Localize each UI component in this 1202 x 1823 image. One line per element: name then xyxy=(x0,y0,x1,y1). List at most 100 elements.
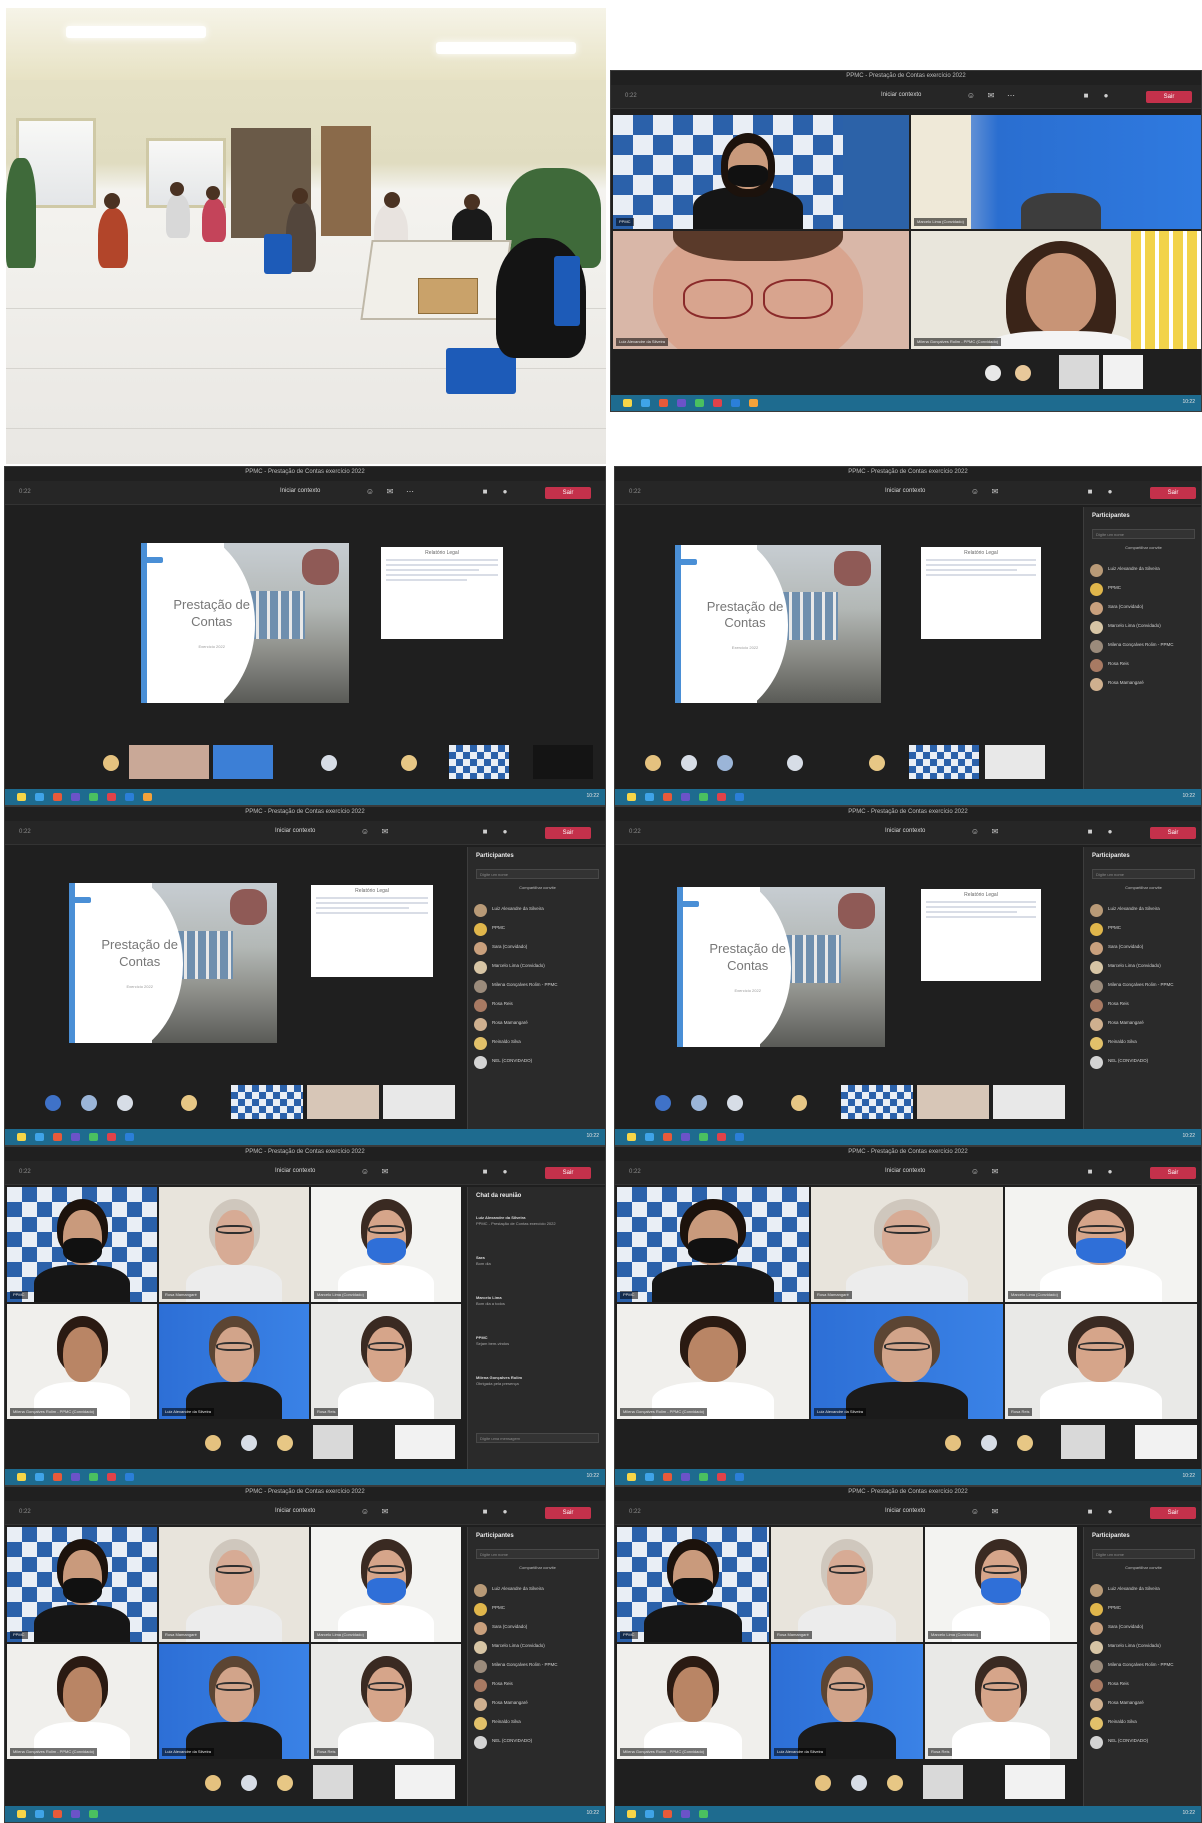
word-icon[interactable] xyxy=(125,793,134,801)
participant-avatar[interactable] xyxy=(205,1775,221,1791)
share-invite-button[interactable]: Compartilhar convite xyxy=(1092,1565,1195,1570)
leave-button[interactable]: Sair xyxy=(545,1167,591,1179)
teams-icon[interactable] xyxy=(71,1133,80,1141)
participant-avatar[interactable] xyxy=(205,1435,221,1451)
presentation-slide[interactable]: Prestação de Contas Exercício 2022 xyxy=(677,887,885,1047)
presentation-slide[interactable]: Prestação de Contas Exercício 2022 xyxy=(675,545,881,703)
participant-search-input[interactable]: Digite um nome xyxy=(476,1549,599,1559)
participant-avatar[interactable] xyxy=(117,1095,133,1111)
start-icon[interactable] xyxy=(627,1133,636,1141)
chat-icon[interactable]: ✉ xyxy=(380,1507,390,1517)
share-button[interactable]: Iniciar contexto xyxy=(885,1168,925,1174)
participant-row[interactable]: Rosa Reis xyxy=(1090,996,1199,1014)
video-tile[interactable]: Milena Gonçalves Rolim - PPMC (Convidado… xyxy=(617,1304,809,1419)
participant-row[interactable]: Marcelo Lima (Convidado) xyxy=(474,1638,603,1656)
video-tile[interactable]: Marcelo Lima (Convidado) xyxy=(1005,1187,1197,1302)
participant-avatar[interactable] xyxy=(985,365,1001,381)
app-icon[interactable] xyxy=(89,1473,98,1481)
more-options-icon[interactable]: ⋯ xyxy=(405,487,415,497)
camera-icon[interactable]: ■ xyxy=(1081,91,1091,101)
app-icon[interactable] xyxy=(695,399,704,407)
share-button[interactable]: Iniciar contexto xyxy=(275,1508,315,1514)
microphone-icon[interactable]: ● xyxy=(500,487,510,497)
participant-avatar[interactable] xyxy=(181,1095,197,1111)
participant-row[interactable]: Reinaldo Silva xyxy=(1090,1714,1199,1732)
video-tile[interactable]: Milena Gonçalves Rolim - PPMC (Convidado… xyxy=(7,1644,157,1759)
start-icon[interactable] xyxy=(17,1133,26,1141)
leave-button[interactable]: Sair xyxy=(1146,91,1192,103)
participant-avatar[interactable] xyxy=(945,1435,961,1451)
participant-row[interactable]: Milena Gonçalves Rolim - PPMC xyxy=(1090,637,1199,655)
word-icon[interactable] xyxy=(735,1133,744,1141)
video-tile[interactable]: Rosa Reis xyxy=(311,1644,461,1759)
video-tile[interactable]: PPMC xyxy=(613,115,909,229)
people-icon[interactable]: ☺ xyxy=(970,1167,980,1177)
app-icon[interactable] xyxy=(699,793,708,801)
share-invite-button[interactable]: Compartilhar convite xyxy=(476,885,599,890)
leave-button[interactable]: Sair xyxy=(545,1507,591,1519)
participant-avatar[interactable] xyxy=(717,755,733,771)
leave-button[interactable]: Sair xyxy=(545,827,591,839)
people-icon[interactable]: ☺ xyxy=(360,827,370,837)
presentation-slide[interactable]: Prestação de Contas Exercício 2022 xyxy=(69,883,277,1043)
leave-button[interactable]: Sair xyxy=(1150,827,1196,839)
app-icon[interactable] xyxy=(717,1473,726,1481)
edge-icon[interactable] xyxy=(35,1473,44,1481)
chat-icon[interactable]: ✉ xyxy=(990,487,1000,497)
app-icon[interactable] xyxy=(89,1810,98,1818)
app-icon[interactable] xyxy=(89,793,98,801)
start-icon[interactable] xyxy=(627,1810,636,1818)
video-tile[interactable]: Marcelo Lima (Convidado) xyxy=(311,1187,461,1302)
camera-icon[interactable]: ■ xyxy=(480,1167,490,1177)
edge-icon[interactable] xyxy=(35,793,44,801)
document-preview[interactable]: Relatório Legal xyxy=(381,547,503,639)
app-icon[interactable] xyxy=(53,1473,62,1481)
word-icon[interactable] xyxy=(735,1473,744,1481)
video-tile[interactable]: Rosa Mamangaré xyxy=(159,1187,309,1302)
camera-icon[interactable]: ■ xyxy=(480,1507,490,1517)
video-tile[interactable]: Milena Gonçalves Rolim - PPMC (Convidado… xyxy=(7,1304,157,1419)
video-tile[interactable]: Rosa Reis xyxy=(1005,1304,1197,1419)
edge-icon[interactable] xyxy=(641,399,650,407)
microphone-icon[interactable]: ● xyxy=(500,827,510,837)
participant-thumbnail[interactable] xyxy=(395,1425,455,1459)
self-view-thumbnail[interactable] xyxy=(985,745,1045,779)
people-icon[interactable]: ☺ xyxy=(360,1167,370,1177)
participant-row[interactable]: PPMC xyxy=(474,1600,603,1618)
app-icon[interactable] xyxy=(107,1473,116,1481)
app-icon[interactable] xyxy=(663,793,672,801)
participant-avatar[interactable] xyxy=(277,1435,293,1451)
participant-avatar[interactable] xyxy=(1015,365,1031,381)
teams-icon[interactable] xyxy=(677,399,686,407)
participant-row[interactable]: Marcelo Lima (Convidado) xyxy=(1090,1638,1199,1656)
chat-icon[interactable]: ✉ xyxy=(986,91,996,101)
start-icon[interactable] xyxy=(17,793,26,801)
camera-icon[interactable]: ■ xyxy=(1085,1167,1095,1177)
participant-row[interactable]: Rosa Reis xyxy=(474,1676,603,1694)
start-icon[interactable] xyxy=(17,1810,26,1818)
chat-icon[interactable]: ✉ xyxy=(990,1507,1000,1517)
share-button[interactable]: Iniciar contexto xyxy=(280,488,320,494)
participant-row[interactable]: Sara (Convidado) xyxy=(1090,1619,1199,1637)
participant-avatar[interactable] xyxy=(981,1435,997,1451)
teams-icon[interactable] xyxy=(71,1473,80,1481)
self-view-thumbnail[interactable] xyxy=(993,1085,1065,1119)
video-tile[interactable]: Luiz Alexandre da Silveira xyxy=(159,1304,309,1419)
participant-row[interactable]: Rosa Reis xyxy=(1090,656,1199,674)
participant-thumbnail[interactable] xyxy=(129,745,209,779)
participant-avatar[interactable] xyxy=(787,755,803,771)
participant-row[interactable]: Luiz Alexandre da Silveira xyxy=(1090,901,1199,919)
participant-search-input[interactable]: Digite um nome xyxy=(1092,529,1195,539)
people-icon[interactable]: ☺ xyxy=(365,487,375,497)
video-tile[interactable]: Luiz Alexandre da Silveira xyxy=(159,1644,309,1759)
leave-button[interactable]: Sair xyxy=(545,487,591,499)
video-tile[interactable]: PPMC xyxy=(7,1527,157,1642)
participant-avatar[interactable] xyxy=(851,1775,867,1791)
participant-avatar[interactable] xyxy=(681,755,697,771)
participant-thumbnail[interactable] xyxy=(213,745,273,779)
app-icon[interactable] xyxy=(713,399,722,407)
participant-thumbnail[interactable] xyxy=(917,1085,989,1119)
participant-row[interactable]: NEL (CONVIDADO) xyxy=(474,1733,603,1751)
people-icon[interactable]: ☺ xyxy=(966,91,976,101)
participant-avatar[interactable] xyxy=(241,1775,257,1791)
